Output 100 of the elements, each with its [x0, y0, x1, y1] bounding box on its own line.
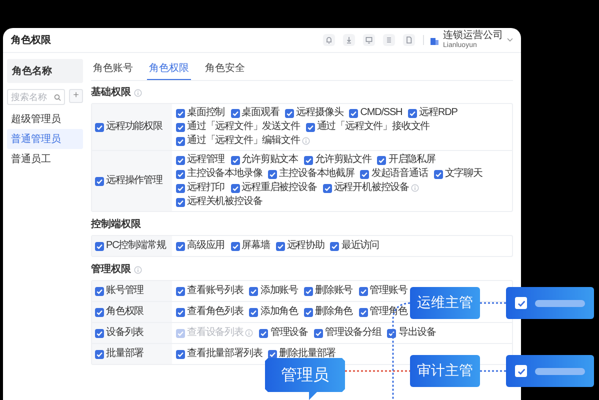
checkbox-option[interactable]: 导出设备 [387, 327, 436, 339]
checkbox[interactable] [314, 328, 324, 338]
checkbox[interactable] [95, 328, 104, 338]
checkbox-option[interactable]: 查看批量部署列表 [176, 348, 262, 360]
role-item[interactable]: 普通管理员 [7, 129, 83, 149]
checkbox-option[interactable]: 删除账号 [304, 285, 353, 297]
checkbox[interactable] [249, 308, 258, 316]
checkbox[interactable] [387, 328, 396, 338]
checkbox-option[interactable]: 远程摄像头 [285, 107, 344, 119]
checkbox[interactable] [95, 176, 104, 186]
checkbox[interactable] [306, 122, 315, 132]
checkbox[interactable] [330, 242, 340, 250]
document-icon[interactable] [403, 34, 415, 46]
checkbox-option[interactable]: 管理设备分组 [314, 327, 382, 339]
checkbox-option[interactable]: 通过「远程文件」接收文件 [306, 121, 430, 133]
checkbox-option[interactable]: 允许剪贴文本 [230, 154, 298, 166]
section-title: 基础权限 [91, 87, 131, 99]
checkbox[interactable] [268, 170, 278, 178]
checkbox-option[interactable]: 添加角色 [249, 306, 298, 318]
checkbox[interactable] [230, 108, 240, 118]
monitor-icon[interactable] [363, 34, 375, 46]
checkbox-option[interactable]: 远程重启被控设备 [230, 182, 317, 194]
checkbox-option[interactable]: 桌面观看 [230, 107, 280, 119]
checkbox[interactable] [95, 242, 104, 250]
checkbox-option[interactable]: 远程管理 [176, 154, 225, 166]
checkbox[interactable] [176, 198, 185, 206]
checkbox[interactable] [304, 156, 314, 164]
checkbox-option[interactable]: 主控设备本地录像 [176, 168, 262, 180]
checkbox[interactable] [408, 108, 418, 118]
checkbox-option[interactable]: 允许剪贴文件 [304, 154, 372, 166]
checkbox-option[interactable]: 查看角色列表 [176, 306, 244, 318]
download-icon[interactable] [343, 34, 355, 46]
checkbox[interactable] [95, 286, 104, 296]
checkbox[interactable] [176, 156, 185, 164]
checkbox[interactable] [176, 286, 185, 296]
checkbox-option[interactable]: 查看账号列表 [176, 285, 244, 297]
checkbox[interactable] [176, 242, 185, 250]
group-label: 设备列表 [106, 327, 144, 339]
checkbox-option[interactable]: 主控设备本地截屏 [268, 168, 354, 180]
search-icon[interactable] [54, 94, 61, 100]
checkbox-option[interactable]: 远程关机被控设备 [176, 196, 262, 208]
checkbox-option[interactable]: 开启隐私屏 [377, 154, 436, 166]
role-item[interactable]: 超级管理员 [7, 109, 83, 129]
checkbox[interactable] [95, 308, 104, 316]
checkbox[interactable] [349, 108, 358, 118]
checkbox[interactable] [176, 308, 185, 316]
search-field[interactable]: 搜索名称 [7, 89, 65, 105]
checkbox-option[interactable]: 管理设备 [259, 327, 308, 339]
checkbox-option[interactable]: 管理账号 [358, 285, 408, 297]
checkbox-option[interactable]: 通过「远程文件」编辑文件 [176, 135, 310, 147]
checkbox[interactable] [358, 286, 368, 296]
role-item[interactable]: 普通员工 [7, 149, 83, 169]
checkbox[interactable] [95, 122, 104, 132]
section-title: 管理权限 [91, 264, 131, 276]
checkbox[interactable] [176, 170, 185, 178]
checkbox[interactable] [304, 286, 314, 296]
checkbox[interactable] [176, 350, 185, 358]
checkbox-option[interactable]: 高级应用 [176, 240, 225, 252]
tab[interactable]: 角色权限 [147, 57, 191, 80]
checkbox-option[interactable]: 桌面控制 [176, 107, 225, 119]
checkbox[interactable] [322, 184, 332, 192]
checkbox[interactable] [358, 308, 368, 316]
checkbox[interactable] [304, 308, 314, 316]
checkbox[interactable] [176, 108, 185, 118]
checkbox[interactable] [434, 170, 443, 178]
checkbox[interactable] [268, 350, 278, 358]
bell-icon[interactable] [323, 34, 335, 46]
group-label: PC控制端常规 [106, 240, 166, 252]
tab[interactable]: 角色安全 [203, 57, 247, 80]
checkbox-option[interactable]: 删除角色 [304, 306, 353, 318]
checkbox-option[interactable]: CMD/SSH [349, 107, 402, 119]
list-icon[interactable] [383, 34, 395, 46]
caret-icon[interactable] [507, 38, 513, 42]
checkbox[interactable] [249, 286, 258, 296]
checkbox[interactable] [285, 108, 294, 118]
checkbox-option[interactable]: 远程开机被控设备 [322, 182, 420, 194]
checkbox[interactable] [360, 170, 370, 178]
building-icon [430, 36, 439, 44]
checkbox-option[interactable]: 远程协助 [276, 240, 324, 252]
column-header: 角色名称 [7, 59, 83, 83]
checkbox-option[interactable]: 发起语音通话 [360, 168, 428, 180]
checkbox[interactable] [259, 328, 268, 338]
checkbox[interactable] [230, 242, 240, 250]
checkbox-option[interactable]: 远程打印 [176, 182, 225, 194]
checkbox-option[interactable]: 通过「远程文件」发送文件 [176, 121, 300, 133]
checkbox-option[interactable]: 远程RDP [408, 107, 458, 119]
checkbox-option[interactable]: 最近访问 [330, 240, 380, 252]
checkbox-option[interactable]: 添加账号 [249, 285, 298, 297]
checkbox[interactable] [176, 122, 185, 132]
checkbox[interactable] [230, 184, 240, 192]
role-node: 审计主管 [410, 355, 480, 387]
checkbox-option[interactable]: 文字聊天 [434, 168, 482, 180]
checkbox[interactable] [95, 350, 104, 358]
checkbox[interactable] [176, 184, 185, 192]
checkbox[interactable] [230, 156, 240, 164]
checkbox[interactable] [377, 156, 386, 164]
checkbox[interactable] [176, 136, 185, 146]
tab[interactable]: 角色账号 [91, 57, 135, 80]
checkbox[interactable] [276, 242, 285, 250]
checkbox-option[interactable]: 屏幕墙 [230, 240, 270, 252]
